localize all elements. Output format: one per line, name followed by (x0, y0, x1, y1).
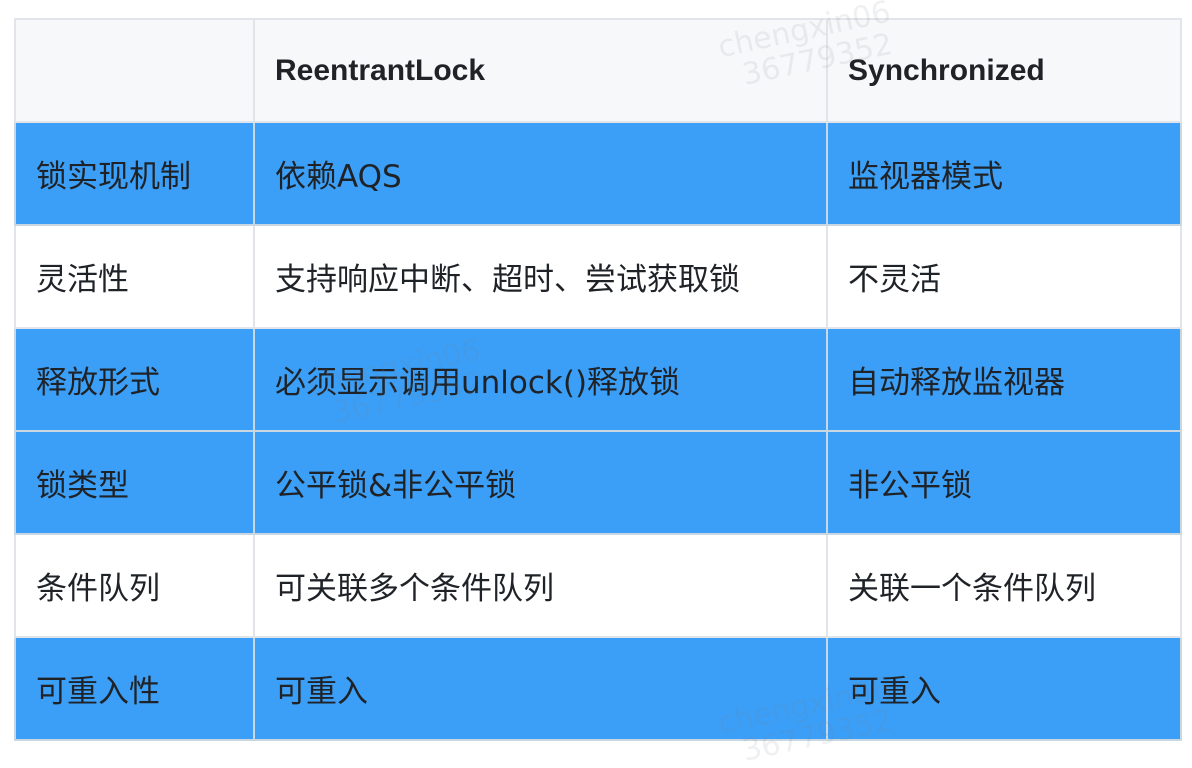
table-row-lock-type: 锁类型 公平锁&非公平锁 非公平锁 (14, 430, 1182, 535)
cell-reentrantlock: 支持响应中断、超时、尝试获取锁 (253, 224, 828, 329)
cell-feature: 锁类型 (14, 430, 255, 535)
table-row-release-form: 释放形式 必须显示调用unlock()释放锁 自动释放监视器 (14, 327, 1182, 432)
cell-synchronized: 非公平锁 (826, 430, 1182, 535)
cell-feature: 条件队列 (14, 533, 255, 638)
comparison-table: ReentrantLock Synchronized 锁实现机制 依赖AQS 监… (14, 18, 1182, 741)
cell-feature: 可重入性 (14, 636, 255, 741)
cell-synchronized: 自动释放监视器 (826, 327, 1182, 432)
cell-feature: 锁实现机制 (14, 121, 255, 226)
header-synchronized: Synchronized (826, 18, 1182, 123)
cell-reentrantlock: 可关联多个条件队列 (253, 533, 828, 638)
cell-synchronized: 监视器模式 (826, 121, 1182, 226)
table-row-lock-mechanism: 锁实现机制 依赖AQS 监视器模式 (14, 121, 1182, 226)
cell-synchronized: 可重入 (826, 636, 1182, 741)
cell-reentrantlock: 公平锁&非公平锁 (253, 430, 828, 535)
cell-synchronized: 关联一个条件队列 (826, 533, 1182, 638)
cell-reentrantlock: 依赖AQS (253, 121, 828, 226)
page: ReentrantLock Synchronized 锁实现机制 依赖AQS 监… (0, 0, 1192, 768)
header-reentrantlock: ReentrantLock (253, 18, 828, 123)
table-header-row: ReentrantLock Synchronized (14, 18, 1182, 123)
table-row-condition-queue: 条件队列 可关联多个条件队列 关联一个条件队列 (14, 533, 1182, 638)
cell-synchronized: 不灵活 (826, 224, 1182, 329)
cell-feature: 灵活性 (14, 224, 255, 329)
cell-feature: 释放形式 (14, 327, 255, 432)
cell-reentrantlock: 可重入 (253, 636, 828, 741)
header-empty-cell (14, 18, 255, 123)
cell-reentrantlock: 必须显示调用unlock()释放锁 (253, 327, 828, 432)
table-row-reentrancy: 可重入性 可重入 可重入 (14, 636, 1182, 741)
table-row-flexibility: 灵活性 支持响应中断、超时、尝试获取锁 不灵活 (14, 224, 1182, 329)
